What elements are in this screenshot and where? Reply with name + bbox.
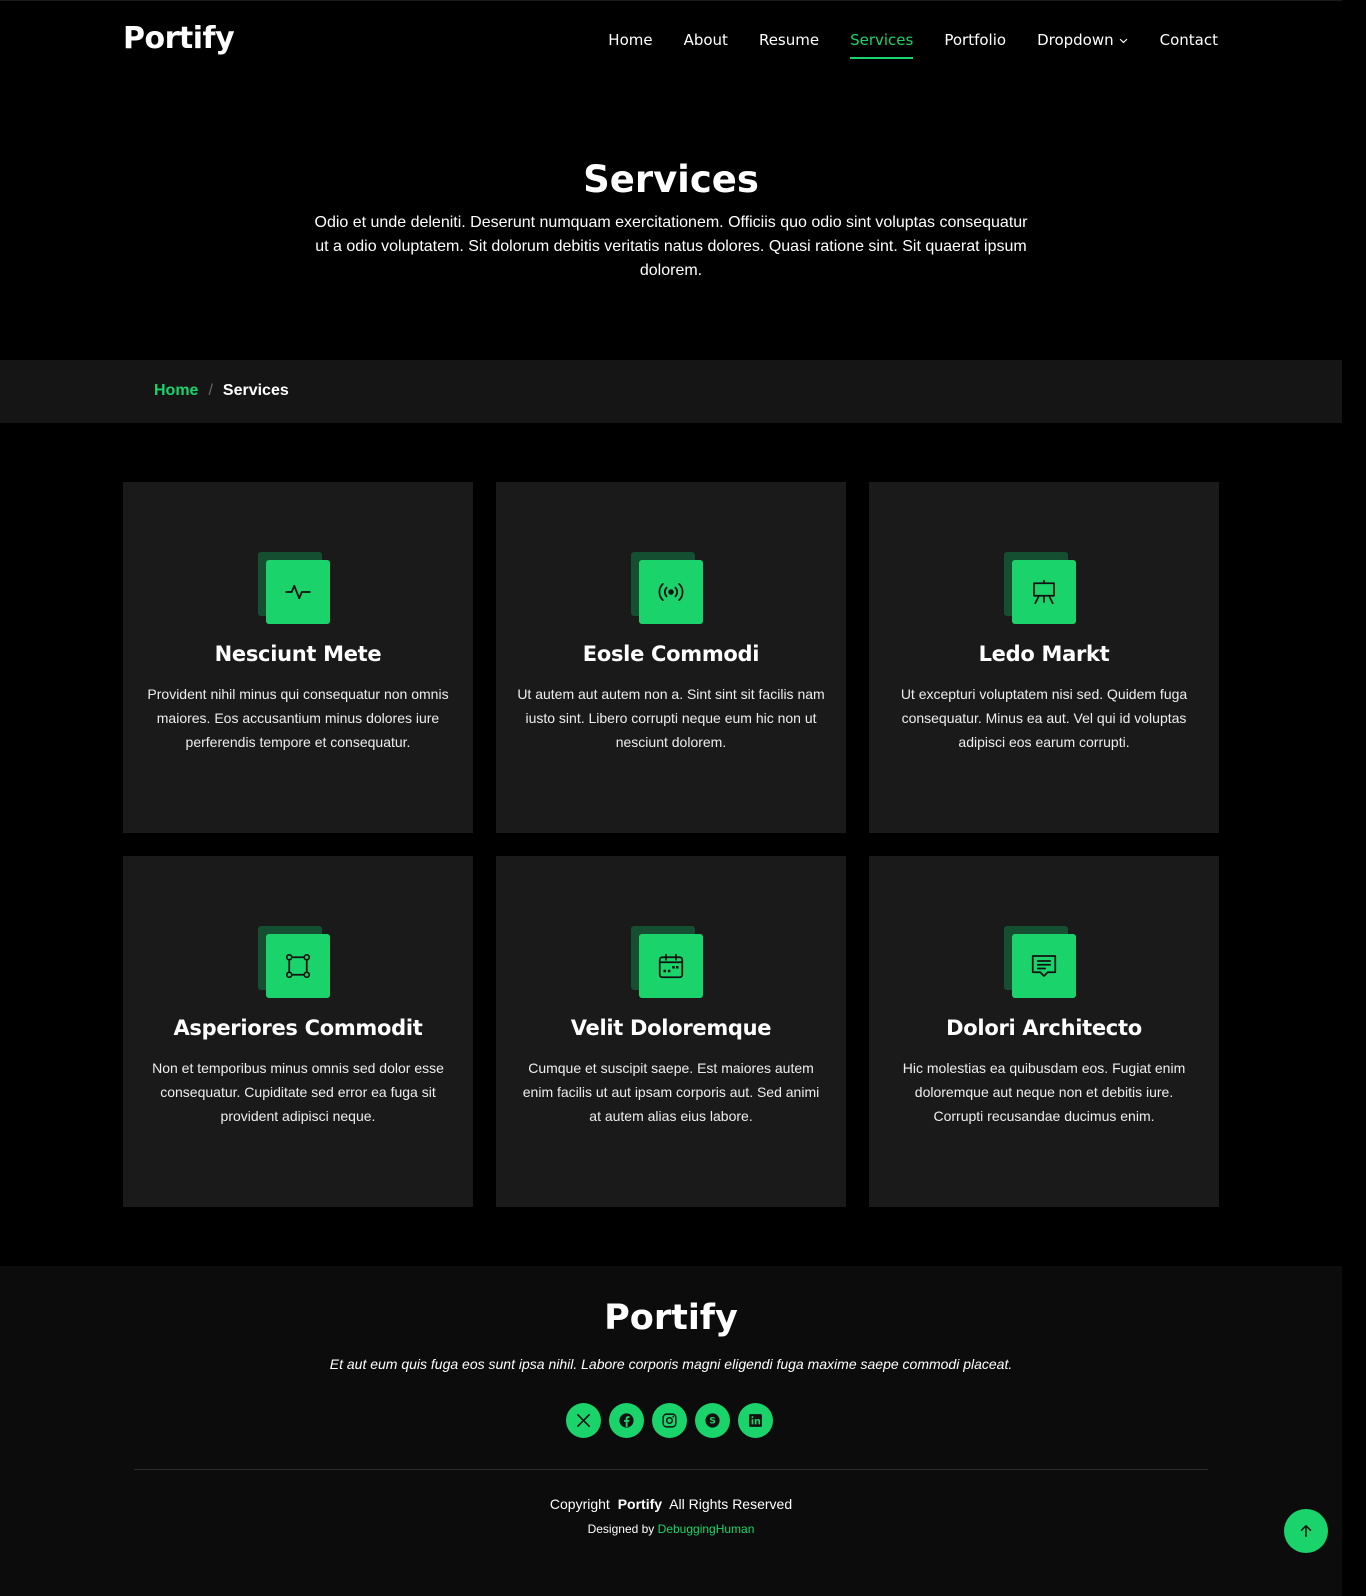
service-description: Provident nihil minus qui consequatur no… bbox=[147, 686, 449, 750]
nav-item-resume[interactable]: Resume bbox=[759, 31, 819, 49]
service-description: Non et temporibus minus omnis sed dolor … bbox=[152, 1060, 444, 1124]
social-linkedin-link[interactable] bbox=[738, 1403, 773, 1438]
page-scrollbar[interactable] bbox=[1342, 0, 1366, 1596]
breadcrumb-bar: Home / Services bbox=[0, 360, 1342, 423]
x-icon bbox=[577, 1414, 590, 1427]
service-icon-box bbox=[258, 552, 330, 624]
scroll-top-button[interactable] bbox=[1284, 1509, 1328, 1553]
service-description: Ut excepturi voluptatem nisi sed. Quidem… bbox=[900, 686, 1188, 750]
nav-item-services[interactable]: Services bbox=[850, 31, 914, 59]
service-description: Hic molestias ea quibusdam eos. Fugiat e… bbox=[902, 1060, 1186, 1124]
nav-label: Contact bbox=[1159, 31, 1218, 49]
service-card[interactable]: Asperiores Commodit Non et temporibus mi… bbox=[123, 856, 473, 1207]
nav-item-about[interactable]: About bbox=[684, 31, 728, 49]
nav-label: About bbox=[683, 31, 728, 49]
service-description: Cumque et suscipit saepe. Est maiores au… bbox=[522, 1060, 820, 1124]
breadcrumb-home-link[interactable]: Home bbox=[154, 382, 198, 400]
page-title: Services bbox=[583, 158, 759, 201]
nav-label: Portfolio bbox=[944, 31, 1007, 49]
service-icon-box bbox=[631, 926, 703, 998]
activity-icon bbox=[285, 584, 311, 600]
nav-item-portfolio[interactable]: Portfolio bbox=[944, 31, 1006, 49]
copyright-brand: Portify bbox=[617, 1496, 663, 1512]
social-x-link[interactable] bbox=[566, 1403, 601, 1438]
designed-prefix: Designed by bbox=[587, 1522, 655, 1536]
service-description: Ut autem aut autem non a. Sint sint sit … bbox=[517, 686, 825, 750]
nav-label: Home bbox=[608, 31, 653, 49]
service-card[interactable]: Dolori Architecto Hic molestias ea quibu… bbox=[869, 856, 1219, 1207]
social-instagram-link[interactable] bbox=[652, 1403, 687, 1438]
page-description: Odio et unde deleniti. Deserunt numquam … bbox=[314, 214, 1028, 279]
social-facebook-link[interactable] bbox=[609, 1403, 644, 1438]
service-icon-box bbox=[1004, 552, 1076, 624]
site-logo[interactable]: Portify bbox=[123, 21, 235, 56]
facebook-icon bbox=[619, 1413, 634, 1428]
nav-item-contact[interactable]: Contact bbox=[1160, 31, 1218, 49]
footer-logo: Portify bbox=[604, 1298, 738, 1338]
chevron-down-icon bbox=[1119, 38, 1127, 43]
footer-divider bbox=[134, 1469, 1208, 1470]
nav-label: Resume bbox=[758, 31, 820, 49]
social-links: S bbox=[566, 1403, 773, 1438]
site-footer: Portify Et aut eum quis fuga eos sunt ip… bbox=[0, 1266, 1342, 1596]
nav-item-dropdown[interactable]: Dropdown bbox=[1037, 31, 1129, 49]
breadcrumb: Home / Services bbox=[154, 382, 289, 400]
service-title: Dolori Architecto bbox=[946, 1016, 1142, 1040]
service-icon-box bbox=[1004, 926, 1076, 998]
service-card[interactable]: Eosle Commodi Ut autem aut autem non a. … bbox=[496, 482, 846, 833]
breadcrumb-current: Services bbox=[222, 382, 289, 399]
calendar-icon bbox=[658, 953, 684, 979]
instagram-icon bbox=[662, 1413, 677, 1428]
bounding-box-icon bbox=[285, 953, 311, 979]
nav-label: Dropdown bbox=[1037, 31, 1114, 49]
svg-text:S: S bbox=[709, 1416, 716, 1427]
nav-label: Services bbox=[850, 31, 914, 49]
skype-icon: S bbox=[705, 1413, 720, 1428]
service-title: Velit Doloremque bbox=[570, 1016, 772, 1040]
service-title: Ledo Markt bbox=[978, 642, 1110, 666]
service-title: Asperiores Commodit bbox=[173, 1016, 423, 1040]
service-card[interactable]: Nesciunt Mete Provident nihil minus qui … bbox=[123, 482, 473, 833]
linkedin-icon bbox=[749, 1414, 762, 1427]
designed-by: Designed by DebuggingHuman bbox=[0, 1522, 1342, 1536]
chat-square-text-icon bbox=[1031, 955, 1057, 977]
service-card[interactable]: Velit Doloremque Cumque et suscipit saep… bbox=[496, 856, 846, 1207]
service-icon-box bbox=[631, 552, 703, 624]
social-skype-link[interactable]: S bbox=[695, 1403, 730, 1438]
service-card[interactable]: Ledo Markt Ut excepturi voluptatem nisi … bbox=[869, 482, 1219, 833]
copyright-prefix: Copyright bbox=[549, 1496, 610, 1512]
breadcrumb-separator: / bbox=[208, 382, 213, 399]
footer-tagline: Et aut eum quis fuga eos sunt ipsa nihil… bbox=[329, 1356, 1013, 1372]
arrow-up-icon bbox=[1300, 1525, 1312, 1537]
easel-icon bbox=[1033, 579, 1055, 605]
service-title: Nesciunt Mete bbox=[214, 642, 382, 666]
site-header: Portify Home About Resume Services Portf… bbox=[0, 0, 1342, 82]
copyright-suffix: All Rights Reserved bbox=[669, 1496, 793, 1512]
service-icon-box bbox=[258, 926, 330, 998]
service-title: Eosle Commodi bbox=[582, 642, 760, 666]
main-nav: Home About Resume Services Portfolio Dro… bbox=[577, 31, 1218, 59]
nav-item-home[interactable]: Home bbox=[608, 31, 652, 49]
copyright-text: Copyright Portify All Rights Reserved bbox=[0, 1496, 1342, 1512]
broadcast-icon bbox=[658, 583, 684, 601]
designer-link[interactable]: DebuggingHuman bbox=[658, 1522, 755, 1536]
